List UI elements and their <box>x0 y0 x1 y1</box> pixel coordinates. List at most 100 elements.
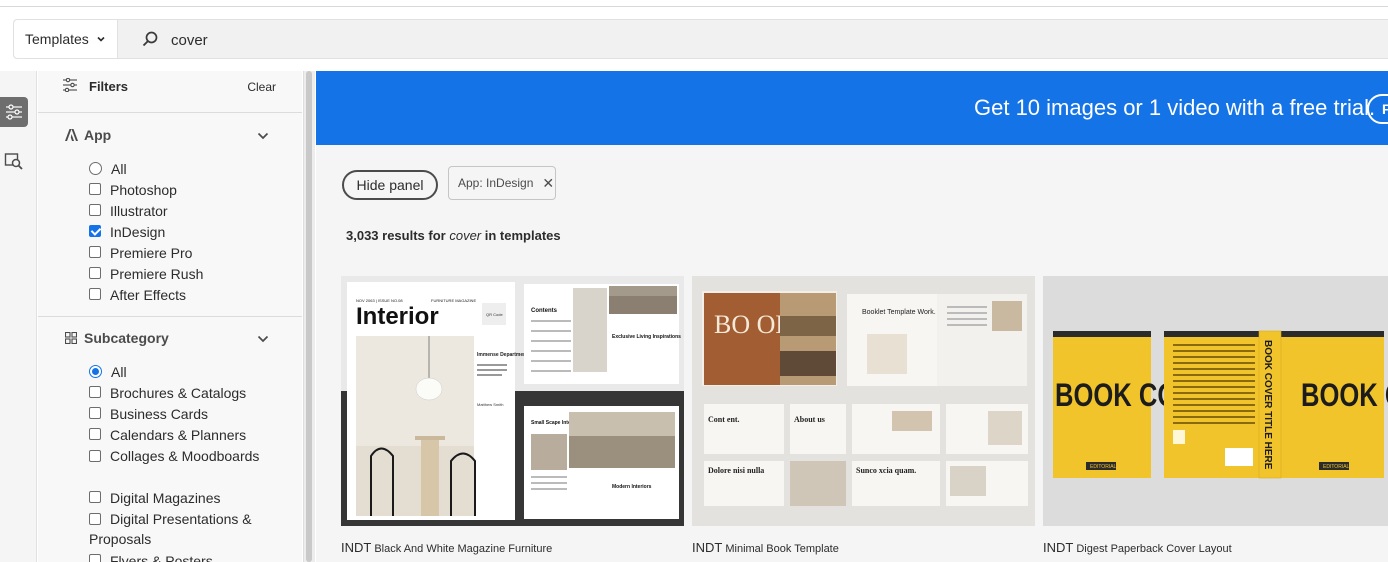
filter-tag-indesign: App: InDesign ✕ <box>448 166 556 200</box>
option-label: Calendars & Planners <box>110 427 247 443</box>
checkbox[interactable] <box>89 491 101 503</box>
option-label: After Effects <box>110 287 186 303</box>
thumb-2-text: About us <box>794 415 825 424</box>
checkbox[interactable] <box>89 407 101 419</box>
chevron-down-icon <box>257 335 269 343</box>
subcategory-section-header[interactable]: Subcategory <box>38 324 302 354</box>
template-thumbnail: NOV 2063 | ISSUE NO.08 FURNITURE MAGAZIN… <box>341 276 684 526</box>
close-icon[interactable]: ✕ <box>542 175 554 192</box>
search-input[interactable] <box>171 29 771 51</box>
subcategory-option-digital-magazines[interactable]: Digital Magazines <box>89 488 221 508</box>
subcategory-option-presentations[interactable]: Digital Presentations & Proposals <box>89 509 279 549</box>
cover-badge: EDITORIAL <box>1090 464 1117 470</box>
checkbox[interactable] <box>89 204 101 216</box>
thumb-3-text: Dolore nisi nulla <box>708 466 764 475</box>
panel-scrollbar[interactable] <box>303 71 315 562</box>
filters-rail-button[interactable] <box>0 97 28 127</box>
card-title: Digest Paperback Cover Layout <box>1076 543 1232 555</box>
sliders-icon <box>6 104 22 120</box>
card-label-minimal-book[interactable]: INDT Minimal Book Template <box>692 540 839 555</box>
template-card-magazine[interactable]: NOV 2063 | ISSUE NO.08 FURNITURE MAGAZIN… <box>341 276 684 526</box>
chevron-down-icon <box>257 132 269 140</box>
spread-contents: Contents <box>531 308 558 314</box>
subcategory-option-calendars[interactable]: Calendars & Planners <box>89 425 246 445</box>
card-label-book-cover[interactable]: INDT Digest Paperback Cover Layout <box>1043 540 1232 555</box>
cover-feature: Immense Department <box>477 352 528 358</box>
filter-tag-label: App: InDesign <box>458 176 534 190</box>
filters-title: Filters <box>89 79 129 94</box>
card-title: Black And White Magazine Furniture <box>374 543 553 555</box>
spine-title: BOOK COVER TITLE HERE <box>1262 340 1273 470</box>
cover-badge-back: EDITORIAL <box>1323 464 1350 470</box>
filters-header: Filters Clear <box>38 71 302 113</box>
template-thumbnail: BOOK COVER EDITORIAL BOOK COVER TITLE HE… <box>1043 276 1388 526</box>
cover-masthead: Interior <box>356 303 439 330</box>
subcategory-section-title: Subcategory <box>84 330 169 346</box>
cover-title-back: BOOK COVER <box>1301 378 1388 413</box>
subcategory-option-collages[interactable]: Collages & Moodboards <box>89 446 269 466</box>
subcategory-option-brochures[interactable]: Brochures & Catalogs <box>89 383 246 403</box>
option-label: InDesign <box>110 224 166 240</box>
image-search-icon <box>4 153 23 170</box>
app-option-all[interactable]: All <box>89 159 127 179</box>
option-label: All <box>111 161 127 177</box>
section-divider <box>38 316 302 317</box>
app-option-after-effects[interactable]: After Effects <box>89 285 186 305</box>
app-option-premiere-rush[interactable]: Premiere Rush <box>89 264 203 284</box>
checkbox[interactable] <box>89 428 101 440</box>
subcategory-option-business-cards[interactable]: Business Cards <box>89 404 208 424</box>
radio-button[interactable] <box>89 162 102 175</box>
results-summary: 3,033 results for cover in templates <box>346 228 561 243</box>
option-label: Illustrator <box>110 203 168 219</box>
subcategory-option-all[interactable]: All <box>89 362 127 382</box>
subcategory-option-flyers[interactable]: Flyers & Posters <box>89 551 213 562</box>
scope-label: Templates <box>25 31 89 47</box>
card-label-magazine[interactable]: INDT Black And White Magazine Furniture <box>341 540 552 555</box>
checkbox[interactable] <box>89 246 101 258</box>
results-area: Get 10 images or 1 video with a free tri… <box>316 71 1388 562</box>
checkbox[interactable] <box>89 267 101 279</box>
card-title: Minimal Book Template <box>725 543 839 555</box>
app-option-indesign[interactable]: InDesign <box>89 222 165 242</box>
scope-dropdown[interactable]: Templates <box>14 20 118 58</box>
hide-panel-label: Hide panel <box>356 177 424 193</box>
option-label: All <box>111 364 127 380</box>
banner-text: Get 10 images or 1 video with a free tri… <box>974 95 1376 120</box>
clear-filters-button[interactable]: Clear <box>247 80 276 94</box>
option-label: Photoshop <box>110 182 177 198</box>
option-label: Premiere Rush <box>110 266 204 282</box>
checkbox[interactable] <box>89 450 101 462</box>
search-box: Templates <box>13 19 1388 59</box>
checkbox[interactable] <box>89 513 101 525</box>
thumb-1-text: Cont ent. <box>708 415 740 424</box>
app-option-illustrator[interactable]: Illustrator <box>89 201 168 221</box>
card-app-type: INDT <box>692 540 723 555</box>
checkbox[interactable] <box>89 183 101 195</box>
search-bar: Templates <box>0 8 1388 71</box>
results-scope: in templates <box>484 228 561 243</box>
option-label: Business Cards <box>110 406 209 422</box>
option-label: Flyers & Posters <box>110 553 213 562</box>
card-app-type: INDT <box>341 540 372 555</box>
hide-panel-button[interactable]: Hide panel <box>342 170 438 200</box>
checkbox[interactable] <box>89 386 101 398</box>
checkbox[interactable] <box>89 225 101 237</box>
app-option-premiere-pro[interactable]: Premiere Pro <box>89 243 192 263</box>
filter-panel: Filters Clear App All Photoshop Illustra… <box>38 71 302 562</box>
template-card-minimal-book[interactable]: BO OK Booklet Template Work. Cont ent. A… <box>692 276 1035 526</box>
template-card-book-cover[interactable]: BOOK COVER EDITORIAL BOOK COVER TITLE HE… <box>1043 276 1388 526</box>
app-section-header[interactable]: App <box>38 121 302 151</box>
filter-sliders-icon <box>63 78 77 92</box>
left-rail <box>0 71 37 562</box>
option-label: Digital Magazines <box>110 490 221 506</box>
radio-button[interactable] <box>89 365 102 378</box>
option-label: Premiere Pro <box>110 245 193 261</box>
visual-search-rail-button[interactable] <box>0 146 28 176</box>
scrollbar-thumb[interactable] <box>306 71 312 562</box>
top-edge <box>0 0 1388 7</box>
banner-cta-label: F <box>1382 101 1388 117</box>
checkbox[interactable] <box>89 288 101 300</box>
checkbox[interactable] <box>89 554 101 562</box>
app-option-photoshop[interactable]: Photoshop <box>89 180 177 200</box>
spread-title-3: Modern Interiors <box>612 484 652 490</box>
